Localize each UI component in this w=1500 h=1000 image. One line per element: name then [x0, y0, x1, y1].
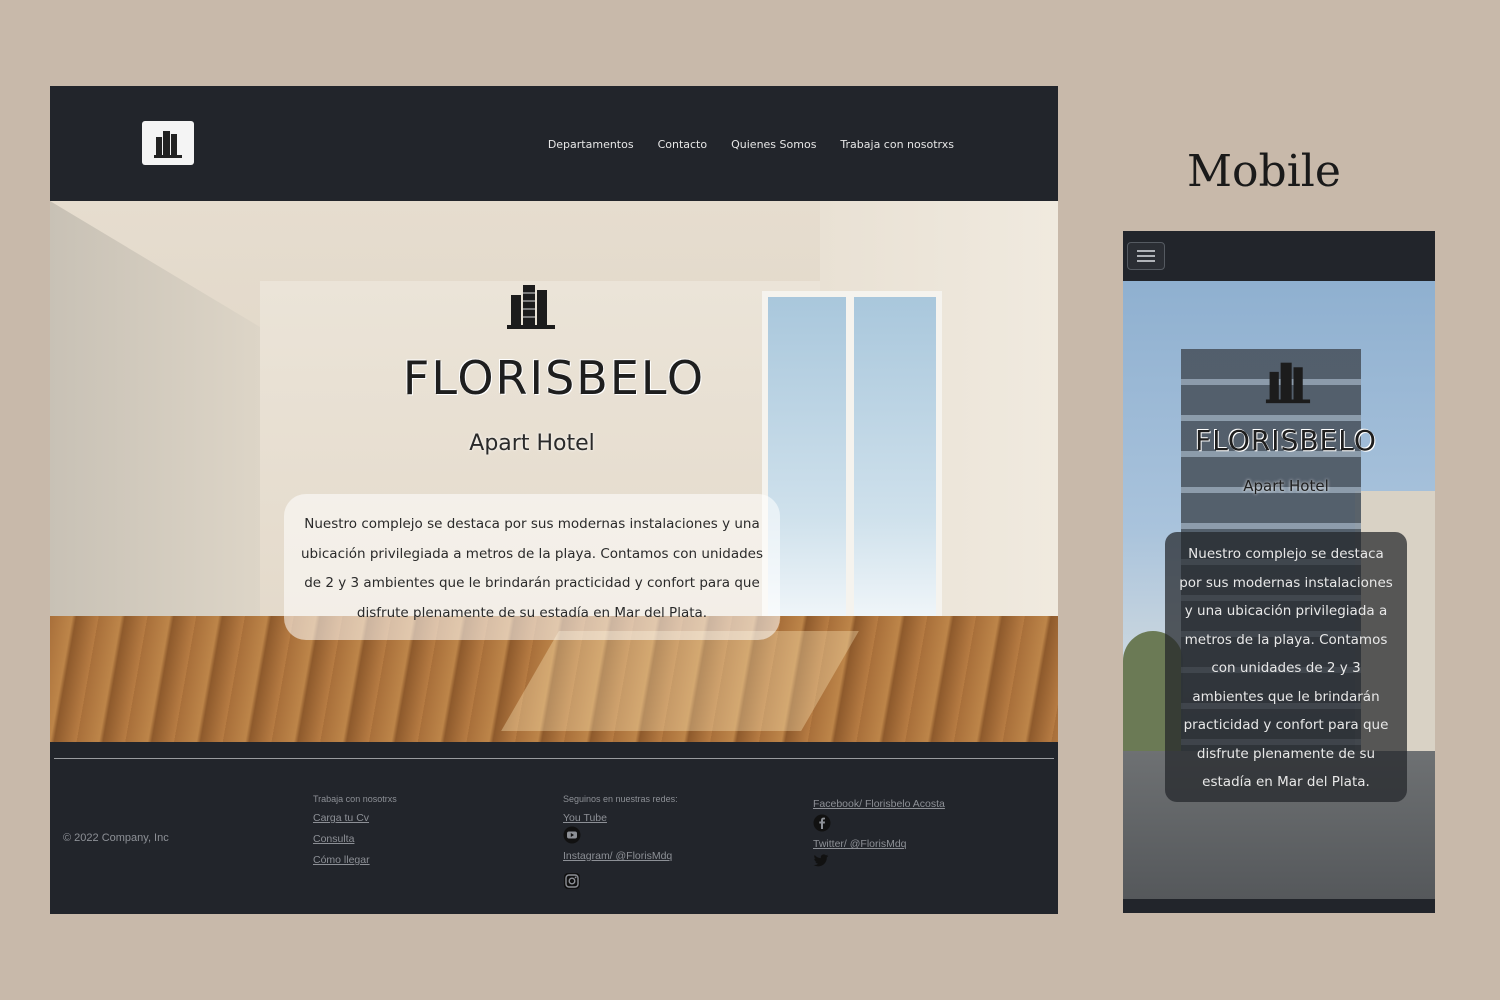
footer-col-trabaja: Trabaja con nosotrxs Carga tu Cv Consult… [313, 794, 397, 875]
twitter-icon[interactable] [813, 854, 829, 868]
desktop-preview: Departamentos Contacto Quienes Somos Tra… [50, 86, 1058, 914]
footer-col-heading: Seguinos en nuestras redes: [563, 794, 678, 804]
hero-description: Nuestro complejo se destaca por sus mode… [284, 494, 780, 640]
hero-brand-subtitle: Apart Hotel [469, 431, 595, 456]
footer-link-facebook[interactable]: Facebook/ Florisbelo Acosta [813, 798, 945, 810]
nav-link-trabaja[interactable]: Trabaja con nosotrxs [840, 138, 954, 151]
footer-link-youtube[interactable]: You Tube [563, 812, 678, 824]
building-logo-icon [154, 131, 182, 158]
desktop-hero: FLORISBELO Apart Hotel Nuestro complejo … [50, 201, 1058, 742]
hero-room-window [762, 291, 942, 671]
mobile-hero: FLORISBELO Apart Hotel Nuestro complejo … [1123, 281, 1435, 899]
nav-link-quienes-somos[interactable]: Quienes Somos [731, 138, 816, 151]
footer-link-carga-cv[interactable]: Carga tu Cv [313, 812, 397, 824]
footer-divider [54, 758, 1054, 759]
nav-link-contacto[interactable]: Contacto [658, 138, 708, 151]
desktop-navbar: Departamentos Contacto Quienes Somos Tra… [50, 86, 1058, 201]
mobile-navbar [1123, 231, 1435, 281]
mobile-preview: FLORISBELO Apart Hotel Nuestro complejo … [1123, 231, 1435, 913]
footer-col-redes: Seguinos en nuestras redes: You Tube Ins… [563, 794, 678, 896]
hero-brand-name: FLORISBELO [402, 351, 706, 405]
footer-link-instagram[interactable]: Instagram/ @FlorisMdq [563, 850, 678, 862]
building-logo-icon [507, 285, 555, 329]
nav-link-departamentos[interactable]: Departamentos [548, 138, 634, 151]
hero-floor-light [501, 631, 859, 731]
footer-copyright: © 2022 Company, Inc [63, 832, 169, 844]
mobile-hero-description: Nuestro complejo se destaca por sus mode… [1165, 532, 1407, 802]
footer-link-consulta[interactable]: Consulta [313, 833, 397, 845]
footer-link-twitter[interactable]: Twitter/ @FlorisMdq [813, 838, 945, 850]
mobile-hero-brand-name: FLORISBELO [1195, 424, 1377, 457]
desktop-footer: © 2022 Company, Inc Trabaja con nosotrxs… [50, 742, 1058, 914]
instagram-icon[interactable] [563, 872, 581, 890]
building-logo-icon [1265, 362, 1311, 404]
mobile-section-label: Mobile [1187, 146, 1341, 197]
facebook-icon[interactable] [813, 814, 831, 832]
navbar-logo[interactable] [142, 121, 194, 165]
footer-col-social: Facebook/ Florisbelo Acosta Twitter/ @Fl… [813, 798, 945, 874]
hero-room-wall [50, 201, 260, 621]
mobile-hero-brand-subtitle: Apart Hotel [1243, 477, 1329, 495]
footer-col-heading: Trabaja con nosotrxs [313, 794, 397, 804]
desktop-menu: Departamentos Contacto Quienes Somos Tra… [548, 138, 954, 151]
footer-link-como-llegar[interactable]: Cómo llegar [313, 854, 397, 866]
youtube-icon[interactable] [563, 826, 581, 844]
hamburger-menu-icon[interactable] [1127, 242, 1165, 270]
